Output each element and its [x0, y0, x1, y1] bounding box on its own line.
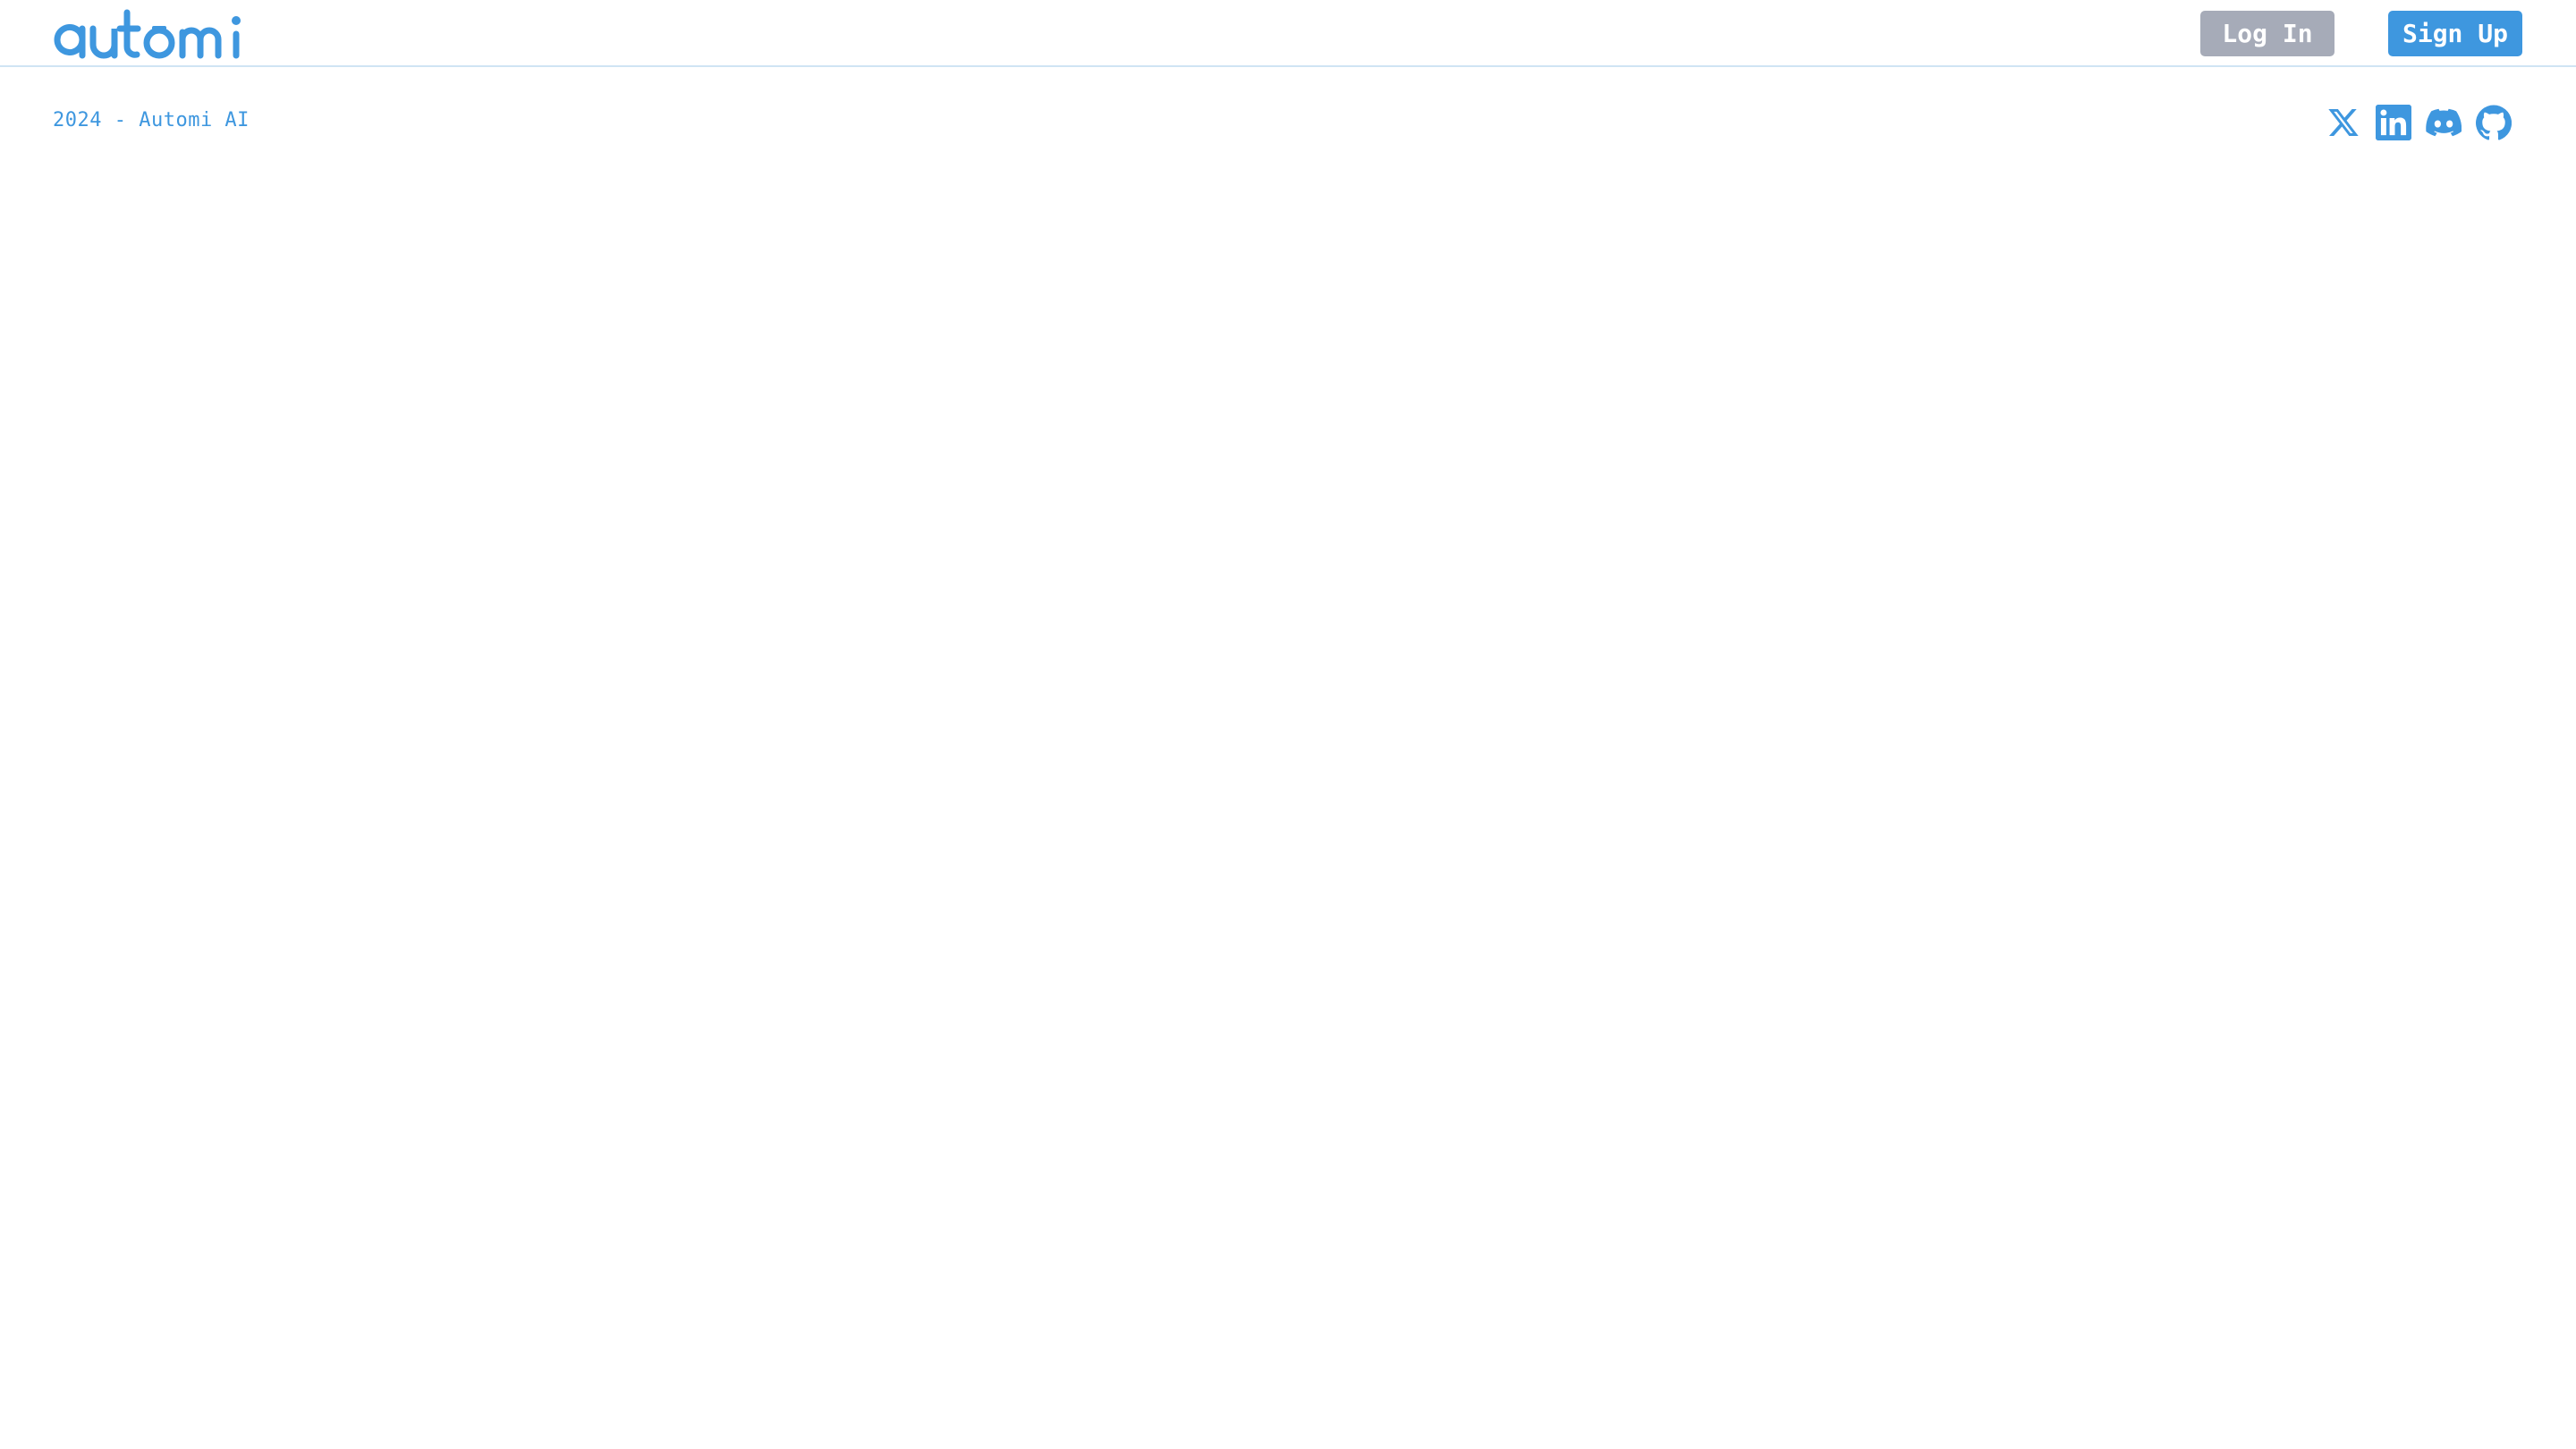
- signup-button[interactable]: Sign Up: [2388, 11, 2522, 56]
- github-icon: [2476, 105, 2512, 140]
- linkedin-icon: [2376, 105, 2411, 140]
- x-twitter-icon: [2328, 109, 2359, 136]
- copyright-text: 2024 - Automi AI: [53, 109, 250, 131]
- automi-logo[interactable]: [52, 5, 258, 63]
- discord-link[interactable]: [2426, 105, 2462, 140]
- x-twitter-link[interactable]: [2326, 105, 2361, 140]
- github-link[interactable]: [2476, 105, 2512, 140]
- linkedin-link[interactable]: [2376, 105, 2411, 140]
- top-nav-bar: Log In Sign Up: [0, 0, 2576, 67]
- automi-logo-mark: [54, 9, 241, 59]
- login-button[interactable]: Log In: [2200, 11, 2334, 56]
- discord-icon: [2426, 108, 2462, 137]
- social-links: [2326, 105, 2512, 140]
